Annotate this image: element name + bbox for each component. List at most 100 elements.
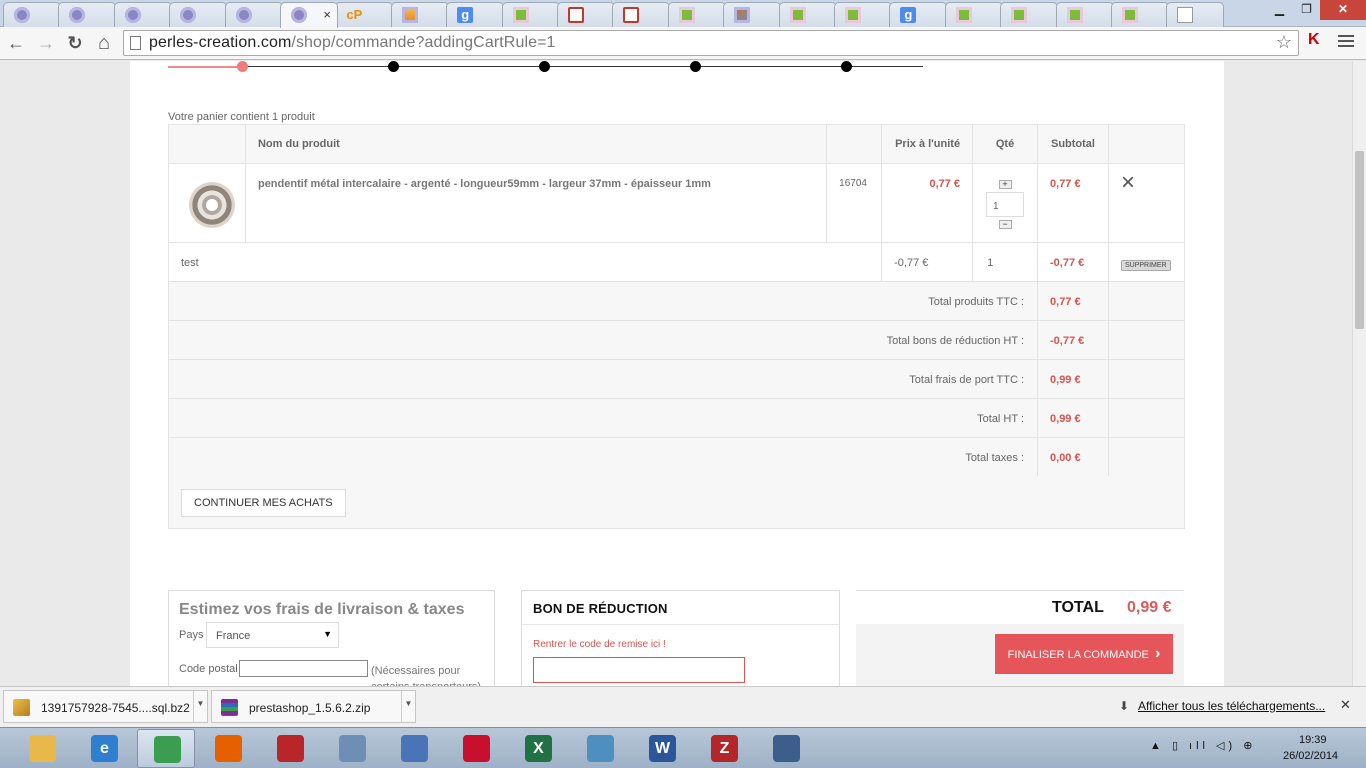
archive-icon [13,699,30,716]
close-window-button[interactable]: ✕ [1320,0,1366,20]
browser-tab[interactable] [113,2,172,27]
browser-tab[interactable] [58,2,117,27]
coupon-code-input[interactable] [533,657,745,683]
checkout-step-shipping[interactable] [690,61,701,72]
browser-tab[interactable] [1111,2,1169,27]
taskbar-button[interactable] [447,729,505,768]
browser-tab[interactable] [834,2,892,27]
postcode-input[interactable] [239,660,368,677]
browser-tab[interactable] [390,2,449,27]
browser-tab[interactable]: g [889,2,948,27]
browser-tab[interactable] [1055,2,1114,27]
chevron-right-icon: › [1155,645,1161,662]
page-viewport: Votre panier contient 1 produit Nom du p… [0,61,1352,686]
browser-tab[interactable] [944,2,1003,27]
taskbar-button[interactable] [385,729,443,768]
sync-app-icon [401,735,428,762]
product-thumbnail[interactable] [189,182,235,228]
browser-tab[interactable] [1166,2,1225,27]
minimize-button[interactable]: ▁ [1266,0,1293,20]
url-text[interactable]: perles-creation.com/shop/commande?adding… [149,34,556,52]
green-page-favicon [678,7,695,23]
forward-button[interactable]: → [35,32,57,54]
voucher-delete-cell: SUPPRIMER [1107,242,1186,282]
browser-tab[interactable] [778,2,837,27]
close-tab-icon[interactable]: × [323,7,331,22]
postcode-label: Code postal [179,663,238,675]
qty-input[interactable]: 1 [986,192,1025,217]
download-menu-arrow[interactable]: ▼ [401,691,415,722]
taskbar-button[interactable] [137,729,195,768]
continue-shopping-button[interactable]: CONTINUER MES ACHATS [181,489,346,517]
cart-header-row: Nom du produit Prix à l'unité Qté Subtot… [168,124,1186,164]
restore-button[interactable]: ❐ [1293,0,1320,20]
chrome-menu-icon[interactable] [1338,33,1354,49]
taskbar-button[interactable] [571,729,629,768]
download-item[interactable]: 1391757928-7545....sql.bz2 ▼ [3,690,208,723]
checkout-step-address[interactable] [539,61,550,72]
product-row: pendentif métal intercalaire - argenté -… [168,163,1186,243]
reload-button[interactable]: ↻ [64,32,86,54]
scrollbar-thumb[interactable] [1355,151,1364,329]
taskbar-button[interactable]: Z [695,729,753,768]
product-qty-cell: + 1 − [972,163,1039,243]
checkout-step-login[interactable] [388,61,399,72]
clock-date[interactable]: 26/02/2014 [1283,750,1338,762]
close-downloads-bar-button[interactable]: ✕ [1340,697,1351,713]
kaspersky-extension-icon[interactable]: K [1308,31,1328,53]
photo-viewer-icon [587,735,614,762]
home-button[interactable]: ⌂ [93,32,115,54]
page-icon [130,36,141,50]
download-item[interactable]: prestashop_1.5.6.2.zip ▼ [211,690,416,723]
finalize-order-button[interactable]: FINALISER LA COMMANDE › [995,634,1173,674]
delete-voucher-button[interactable]: SUPPRIMER [1120,260,1171,271]
browser-tab[interactable] [169,2,228,27]
checkout-step-payment[interactable] [841,61,852,72]
internet-explorer-icon: e [91,735,118,762]
taskbar-button[interactable]: X [509,729,567,768]
browser-tab[interactable] [224,2,283,27]
browser-tab[interactable]: g [446,2,505,27]
voucher-unit-price: -0,77 € [881,242,974,282]
tab-active[interactable]: × [280,2,338,28]
taskbar-button[interactable] [323,729,381,768]
taskbar-button[interactable]: e [75,729,133,768]
country-select[interactable]: France ▼ [206,622,339,648]
taskbar-button[interactable] [261,729,319,768]
product-name[interactable]: pendentif métal intercalaire - argenté -… [244,163,828,243]
page-scrollbar[interactable] [1352,61,1366,686]
bookmark-star-icon[interactable]: ☆ [1276,32,1292,53]
qty-increase-button[interactable]: + [998,180,1012,189]
browser-tab[interactable] [557,2,615,27]
browser-tab[interactable] [667,2,726,27]
acrobat-icon [463,735,490,762]
taskbar-button[interactable] [199,729,257,768]
total-panel: FINALISER LA COMMANDE › [856,624,1184,686]
address-bar[interactable]: perles-creation.com/shop/commande?adding… [123,30,1299,56]
blank-page-favicon [1177,7,1194,23]
browser-tab[interactable] [723,2,782,27]
header-qty: Qté [972,124,1039,164]
taskbar-button[interactable]: W [633,729,691,768]
browser-tab[interactable] [501,2,560,27]
back-button[interactable]: ← [5,32,27,54]
qty-decrease-button[interactable]: − [998,220,1012,229]
taskbar-button[interactable] [13,729,71,768]
total-row-label: Total taxes : [167,437,1039,477]
checkout-step-summary[interactable] [237,61,248,72]
system-tray[interactable]: ▲ ▯ ıll ◁) ⊕ [1150,739,1256,752]
taskbar-button[interactable] [757,729,815,768]
browser-tab[interactable] [612,2,671,27]
browser-tab[interactable] [1000,2,1059,27]
delete-product-icon[interactable]: × [1121,169,1135,196]
clock-time[interactable]: 19:39 [1299,734,1327,746]
total-row-spacer [1107,359,1186,399]
coupon-box: BON DE RÉDUCTION Rentrer le code de remi… [521,590,840,686]
browser-tab[interactable] [3,2,61,27]
order-total-box: TOTAL 0,99 € FINALISER LA COMMANDE › [856,590,1184,686]
total-row: Total bons de réduction HT : -0,77 € [167,320,1186,360]
browser-tab[interactable]: cP [335,2,394,27]
show-all-downloads-link[interactable]: Afficher tous les téléchargements... [1138,699,1325,713]
download-filename: 1391757928-7545....sql.bz2 [41,701,190,715]
download-menu-arrow[interactable]: ▼ [193,691,207,722]
